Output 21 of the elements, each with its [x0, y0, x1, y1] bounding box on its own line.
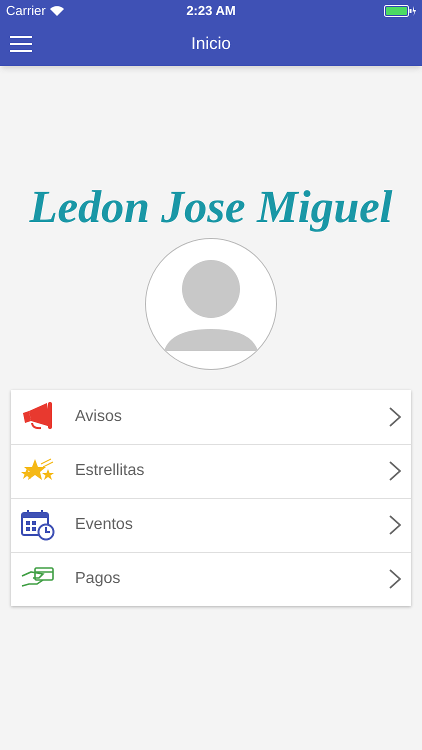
menu-button[interactable] [10, 36, 32, 52]
menu-item[interactable]: Pagos [11, 552, 411, 606]
menu-item-label: Avisos [75, 406, 123, 426]
menu-item-label: Pagos [75, 569, 122, 589]
carrier-label: Carrier [6, 2, 46, 20]
clock-time: 2:23 AM [186, 2, 236, 20]
page-title: Inicio [191, 33, 231, 56]
chevron-right-icon [389, 569, 401, 589]
menu-item[interactable]: Eventos [11, 498, 411, 552]
menu-item-label: Estrellitas [75, 461, 146, 481]
menu-item[interactable]: Estrellitas [11, 444, 411, 498]
battery-icon [384, 5, 416, 17]
menu-icon [10, 36, 32, 52]
profile-name: Ledon Jose Miguel [30, 180, 392, 234]
chevron-right-icon [389, 515, 401, 535]
calendar-clock-icon [21, 509, 55, 541]
menu-item-label: Eventos [75, 515, 134, 535]
chevron-right-icon [389, 461, 401, 481]
wifi-icon [50, 6, 64, 16]
menu-item[interactable]: Avisos [11, 390, 411, 444]
chevron-right-icon [389, 406, 401, 426]
